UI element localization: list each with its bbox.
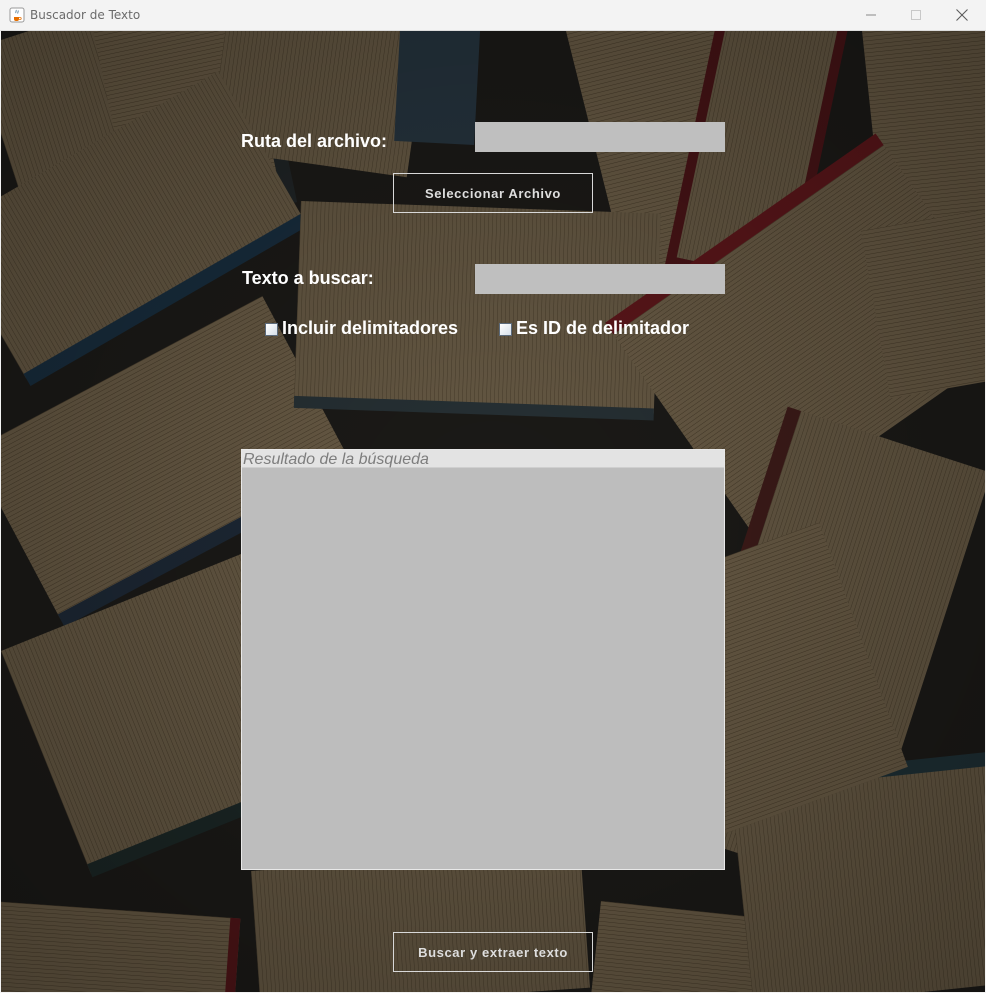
maximize-icon bbox=[911, 10, 921, 20]
include-delimiters-checkbox[interactable] bbox=[265, 323, 278, 336]
close-button[interactable] bbox=[939, 0, 985, 30]
search-text-label: Texto a buscar: bbox=[242, 268, 374, 288]
file-path-input[interactable] bbox=[475, 122, 725, 152]
maximize-button[interactable] bbox=[893, 0, 939, 30]
is-delimiter-id-label[interactable]: Es ID de delimitador bbox=[516, 318, 689, 339]
search-result-textarea[interactable]: Resultado de la búsqueda bbox=[241, 449, 725, 870]
close-icon bbox=[956, 9, 968, 21]
result-placeholder: Resultado de la búsqueda bbox=[243, 451, 429, 468]
main-panel: Ruta del archivo: Seleccionar Archivo Te… bbox=[1, 31, 985, 992]
include-delimiters-label[interactable]: Incluir delimitadores bbox=[282, 318, 458, 339]
title-bar: Buscador de Texto bbox=[0, 0, 986, 31]
window-title: Buscador de Texto bbox=[30, 8, 141, 22]
minimize-icon bbox=[866, 14, 876, 16]
minimize-button[interactable] bbox=[848, 0, 894, 30]
app-window: Buscador de Texto Ruta del archivo: Sele… bbox=[0, 0, 986, 993]
java-cup-icon bbox=[9, 7, 25, 23]
file-path-label: Ruta del archivo: bbox=[241, 131, 388, 151]
search-text-input[interactable] bbox=[475, 264, 725, 294]
search-extract-button[interactable]: Buscar y extraer texto bbox=[393, 932, 593, 972]
select-file-button[interactable]: Seleccionar Archivo bbox=[393, 173, 593, 213]
is-delimiter-id-checkbox[interactable] bbox=[499, 323, 512, 336]
